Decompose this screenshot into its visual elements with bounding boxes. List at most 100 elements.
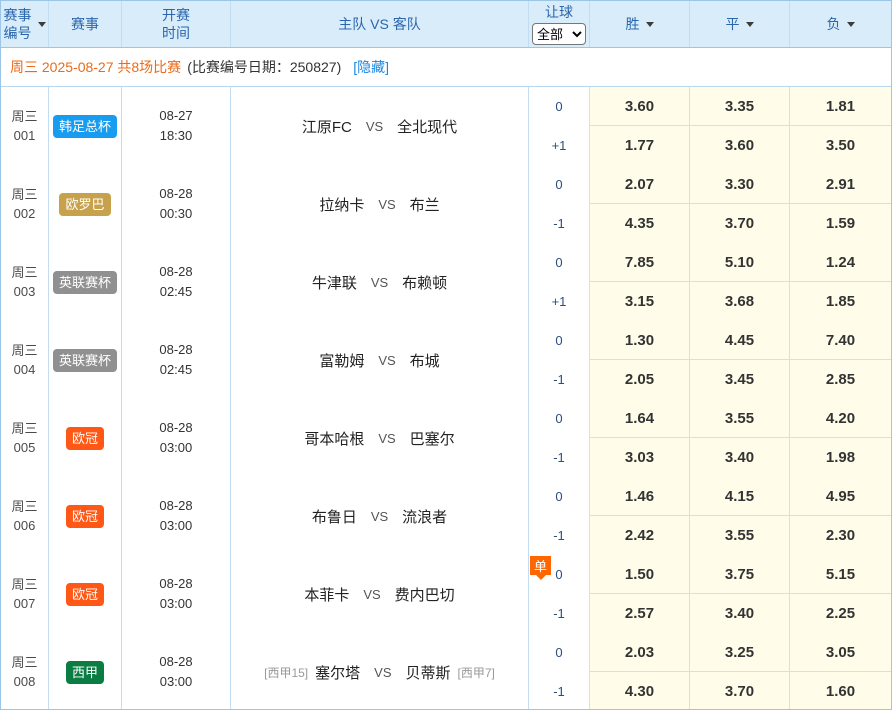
odds-win-cell[interactable]: 2.57 — [590, 594, 690, 633]
handicap-cell: 单 -1 — [529, 516, 590, 555]
match-number: 007 — [14, 594, 36, 613]
odds-lose-cell[interactable]: 4.20 — [790, 399, 891, 438]
odds-lose-cell[interactable]: 1.81 — [790, 87, 891, 126]
match-number: 004 — [14, 360, 36, 379]
handicap-cell: 单 -1 — [529, 438, 590, 477]
odds-draw-cell[interactable]: 3.70 — [690, 204, 790, 243]
match-date: 08-28 — [159, 496, 192, 516]
handicap-value: 0 — [555, 645, 562, 660]
odds-lose-cell[interactable]: 3.50 — [790, 126, 891, 165]
handicap-value: -1 — [553, 372, 565, 387]
handicap-cell: 单 0 — [529, 555, 590, 594]
single-badge: 单 — [530, 556, 551, 575]
match-time: 02:45 — [160, 282, 193, 302]
odds-lose-cell[interactable]: 1.24 — [790, 243, 891, 282]
odds-draw-cell[interactable]: 3.70 — [690, 672, 790, 710]
odds-lose-cell[interactable]: 4.95 — [790, 477, 891, 516]
odds-lose-cell[interactable]: 2.91 — [790, 165, 891, 204]
odds-win-cell[interactable]: 2.03 — [590, 633, 690, 672]
header-lose: 负 — [790, 1, 891, 47]
odds-win-cell[interactable]: 4.35 — [590, 204, 690, 243]
odds-draw-cell[interactable]: 3.30 — [690, 165, 790, 204]
odds-lose-cell[interactable]: 7.40 — [790, 321, 891, 360]
teams-cell: 江原FC VS 全北现代 — [231, 87, 529, 165]
odds-win-cell[interactable]: 3.15 — [590, 282, 690, 321]
odds-win-cell[interactable]: 1.50 — [590, 555, 690, 594]
handicap-value: -1 — [553, 528, 565, 543]
league-badge: 韩足总杯 — [53, 115, 117, 138]
odds-lose-cell[interactable]: 1.98 — [790, 438, 891, 477]
odds-draw-cell[interactable]: 3.75 — [690, 555, 790, 594]
league-badge: 英联赛杯 — [53, 271, 117, 294]
handicap-cell: 单 -1 — [529, 672, 590, 710]
league-badge: 欧冠 — [66, 427, 104, 450]
odds-lose-cell[interactable]: 2.25 — [790, 594, 891, 633]
teams-cell: 布鲁日 VS 流浪者 — [231, 477, 529, 555]
match-number-cell: 周三 008 — [1, 633, 49, 710]
odds-lose-cell[interactable]: 1.85 — [790, 282, 891, 321]
match-row: 周三 003 英联赛杯 08-28 02:45 牛津联 VS 布赖顿 单 0 7… — [1, 243, 891, 321]
odds-lose-cell[interactable]: 5.15 — [790, 555, 891, 594]
odds-win-cell[interactable]: 7.85 — [590, 243, 690, 282]
vs-label: VS — [363, 587, 380, 602]
odds-draw-cell[interactable]: 3.40 — [690, 594, 790, 633]
odds-draw-cell[interactable]: 3.35 — [690, 87, 790, 126]
home-team: 布鲁日 — [312, 506, 357, 527]
match-time: 03:00 — [160, 438, 193, 458]
odds-draw-cell[interactable]: 4.45 — [690, 321, 790, 360]
odds-lose-cell[interactable]: 1.60 — [790, 672, 891, 710]
teams-cell: 富勒姆 VS 布城 — [231, 321, 529, 399]
league-cell: 欧冠 — [49, 399, 122, 477]
odds-draw-cell[interactable]: 3.68 — [690, 282, 790, 321]
match-day: 周三 — [11, 263, 37, 282]
match-date: 08-28 — [159, 652, 192, 672]
odds-lose-cell[interactable]: 2.30 — [790, 516, 891, 555]
odds-lose-cell[interactable]: 3.05 — [790, 633, 891, 672]
odds-draw-cell[interactable]: 5.10 — [690, 243, 790, 282]
odds-win-cell[interactable]: 2.42 — [590, 516, 690, 555]
handicap-value: 0 — [555, 99, 562, 114]
header-match-no-label: 赛事 编号 — [4, 6, 32, 42]
match-number-cell: 周三 006 — [1, 477, 49, 555]
dropdown-arrow-icon[interactable] — [847, 22, 855, 27]
match-number: 001 — [14, 126, 36, 145]
odds-win-cell[interactable]: 2.05 — [590, 360, 690, 399]
start-time-cell: 08-28 02:45 — [122, 243, 231, 321]
home-team: 塞尔塔 — [315, 662, 360, 683]
odds-win-cell[interactable]: 1.46 — [590, 477, 690, 516]
odds-draw-cell[interactable]: 3.55 — [690, 399, 790, 438]
away-team: 布赖顿 — [402, 272, 447, 293]
odds-draw-cell[interactable]: 4.15 — [690, 477, 790, 516]
odds-win-cell[interactable]: 2.07 — [590, 165, 690, 204]
odds-win-cell[interactable]: 1.30 — [590, 321, 690, 360]
vs-label: VS — [378, 353, 395, 368]
dropdown-arrow-icon[interactable] — [746, 22, 754, 27]
hide-link[interactable]: [隐藏] — [353, 57, 389, 77]
dropdown-arrow-icon[interactable] — [38, 22, 46, 27]
odds-win-cell[interactable]: 4.30 — [590, 672, 690, 710]
header-match-no: 赛事 编号 — [1, 1, 49, 47]
odds-lose-cell[interactable]: 1.59 — [790, 204, 891, 243]
match-list: 周三 001 韩足总杯 08-27 18:30 江原FC VS 全北现代 单 0… — [1, 87, 891, 710]
away-rank-tag: [西甲7] — [458, 664, 495, 681]
odds-lose-cell[interactable]: 2.85 — [790, 360, 891, 399]
odds-draw-cell[interactable]: 3.45 — [690, 360, 790, 399]
odds-win-cell[interactable]: 3.60 — [590, 87, 690, 126]
header-league: 赛事 — [49, 1, 122, 47]
odds-win-cell[interactable]: 3.03 — [590, 438, 690, 477]
dropdown-arrow-icon[interactable] — [646, 22, 654, 27]
odds-win-cell[interactable]: 1.64 — [590, 399, 690, 438]
home-rank-tag: [西甲15] — [264, 664, 308, 681]
match-day: 周三 — [11, 653, 37, 672]
odds-draw-cell[interactable]: 3.25 — [690, 633, 790, 672]
odds-draw-cell[interactable]: 3.60 — [690, 126, 790, 165]
handicap-value: -1 — [553, 684, 565, 699]
match-day: 周三 — [11, 341, 37, 360]
match-number-cell: 周三 003 — [1, 243, 49, 321]
odds-draw-cell[interactable]: 3.55 — [690, 516, 790, 555]
league-cell: 英联赛杯 — [49, 321, 122, 399]
handicap-filter-select[interactable]: 全部 — [532, 23, 586, 45]
odds-draw-cell[interactable]: 3.40 — [690, 438, 790, 477]
handicap-cell: 单 -1 — [529, 204, 590, 243]
odds-win-cell[interactable]: 1.77 — [590, 126, 690, 165]
